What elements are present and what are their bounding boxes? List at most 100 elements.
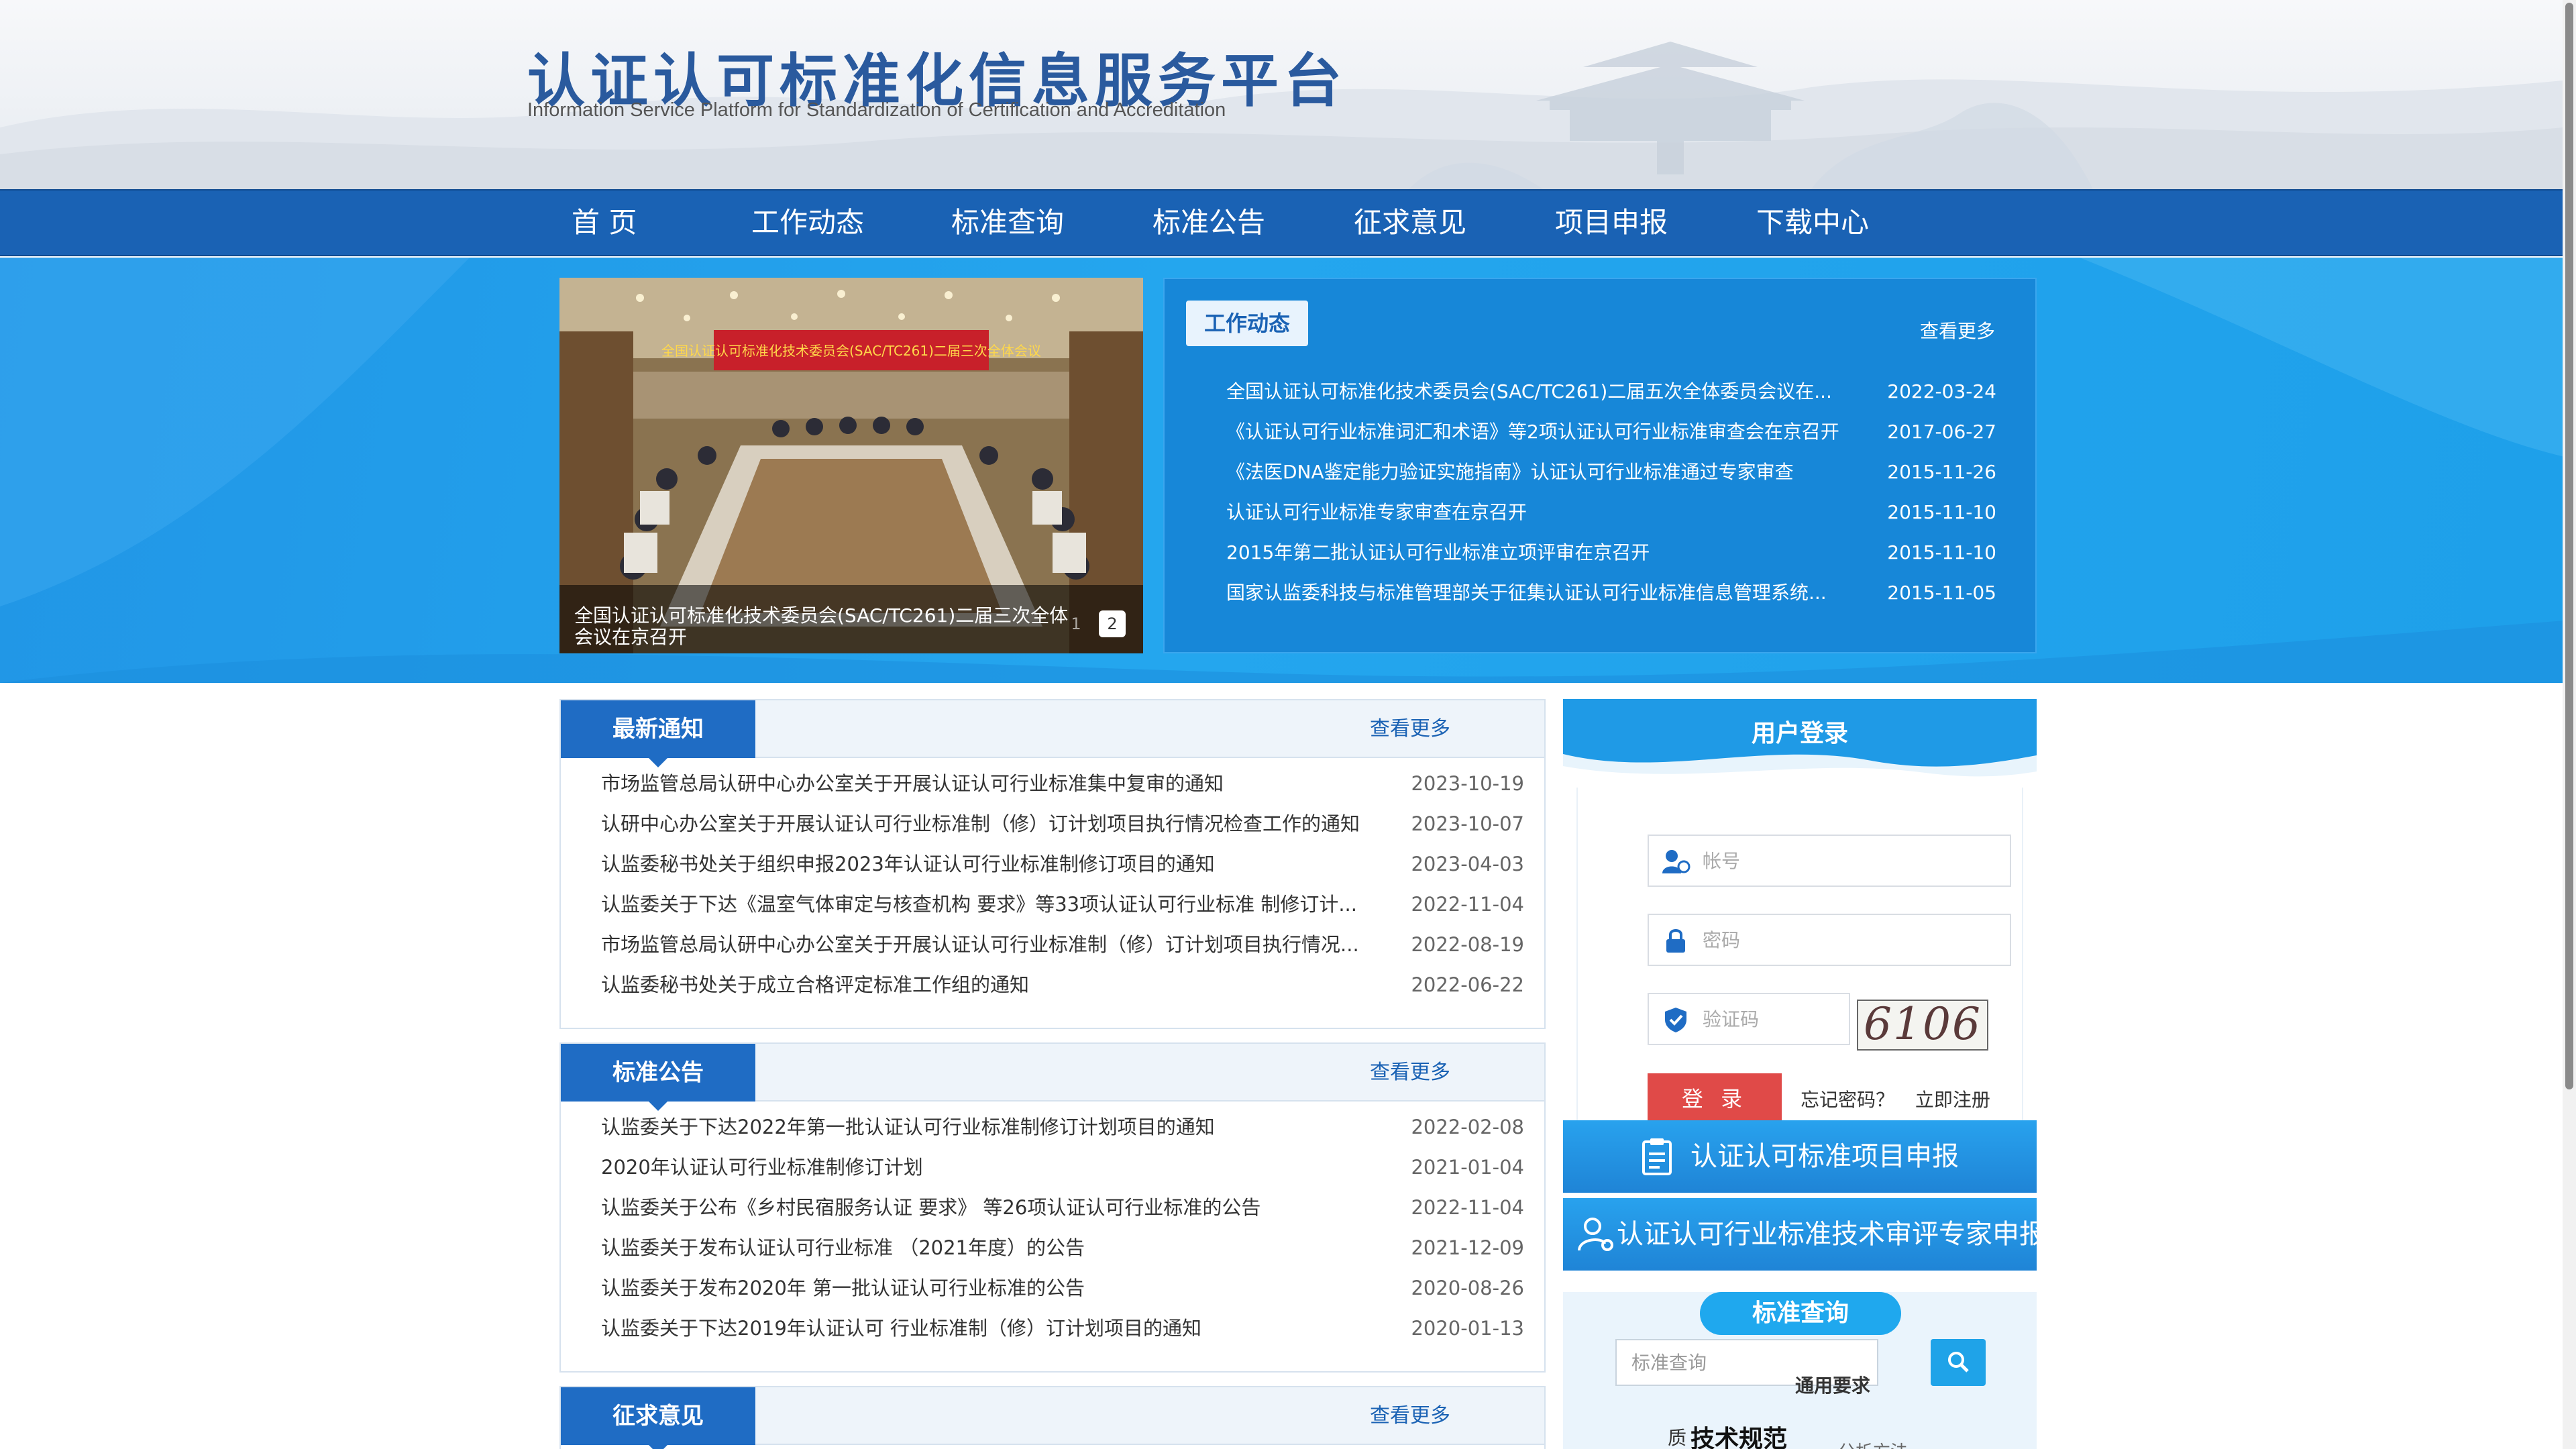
list-item-date: 2022-08-19	[1411, 933, 1524, 956]
list-item-date: 2021-12-09	[1411, 1236, 1524, 1259]
site-header: 认证认可标准化信息服务平台 Information Service Platfo…	[0, 0, 2563, 189]
list-item-date: 2015-11-05	[1887, 582, 1996, 604]
latest-notices-header: 最新通知 查看更多	[561, 700, 1544, 767]
site-subtitle: Information Service Platform for Standar…	[527, 99, 1226, 121]
list-item[interactable]: 认监委关于下达2019年认证认可 行业标准制（修）订计划项目的通知 2020-01…	[561, 1308, 1544, 1348]
meeting-banner-text: 全国认证认可标准化技术委员会(SAC/TC261)二届三次全体会议	[661, 343, 1041, 359]
list-item-title[interactable]: 市场监管总局认研中心办公室关于开展认证认可行业标准集中复审的通知	[601, 763, 1379, 804]
list-item[interactable]: 认监委关于下达2022年第一批认证认可行业标准制修订计划项目的通知 2022-02…	[561, 1107, 1544, 1147]
list-item-title[interactable]: 《法医DNA鉴定能力验证实施指南》认证认可行业标准通过专家审查	[1226, 452, 1850, 492]
list-item-date: 2017-06-27	[1887, 421, 1996, 443]
list-item-title[interactable]: 认监委秘书处关于成立合格评定标准工作组的通知	[601, 965, 1379, 1005]
list-item-title[interactable]: 认监委关于下达2022年第一批认证认可行业标准制修订计划项目的通知	[601, 1107, 1379, 1147]
list-item-title[interactable]: 认监委关于下达《温室气体审定与核查机构 要求》等33项认证认可行业标准 制修订计…	[601, 884, 1379, 924]
consultation-tab[interactable]: 征求意见	[561, 1387, 755, 1449]
list-item[interactable]: 《认证认可行业标准词汇和术语》等2项认证认可行业标准审查会在京召开 2017-06…	[1165, 412, 2038, 452]
list-item[interactable]: 认监委秘书处关于组织申报2023年认证认可行业标准制修订项目的通知 2023-04…	[561, 844, 1544, 884]
list-item-title[interactable]: 认监委关于发布认证认可行业标准 （2021年度）的公告	[601, 1228, 1379, 1268]
scrollbar-thumb[interactable]	[2565, 3, 2573, 1089]
nav-item-home[interactable]: 首 页	[572, 191, 637, 255]
list-item[interactable]: 全国认证认可标准化技术委员会(SAC/TC261)二届五次全体委员会议在... 2…	[1165, 372, 2038, 412]
list-item-date: 2022-03-24	[1887, 380, 1996, 402]
clipboard-icon	[1642, 1138, 1672, 1175]
list-item-title[interactable]: 认监委关于公布《乡村民宿服务认证 要求》 等26项认证认可行业标准的公告	[601, 1187, 1379, 1228]
list-item[interactable]: 市场监管总局认研中心办公室关于开展认证认可行业标准制（修）订计划项目执行情况..…	[561, 924, 1544, 965]
slide-dot-1[interactable]: 1	[1063, 610, 1089, 637]
list-item[interactable]: 认监委关于发布认证认可行业标准 （2021年度）的公告 2021-12-09	[561, 1228, 1544, 1268]
nav-item-download-center[interactable]: 下载中心	[1756, 191, 1869, 255]
captcha-input[interactable]	[1703, 994, 1837, 1044]
list-item-title[interactable]: 2020年认证认可行业标准制修订计划	[601, 1147, 1379, 1187]
list-item[interactable]: 认研中心办公室关于开展认证认可行业标准制（修）订计划项目执行情况检查工作的通知 2…	[561, 804, 1544, 844]
password-input[interactable]	[1703, 915, 1998, 965]
list-item-title[interactable]: 认研中心办公室关于开展认证认可行业标准制（修）订计划项目执行情况检查工作的通知	[601, 804, 1379, 844]
login-form: 6106 登 录 忘记密码？ 立即注册	[1576, 788, 2023, 1136]
nav-item-project-application[interactable]: 项目申报	[1555, 191, 1668, 255]
latest-notices-more-link[interactable]: 查看更多	[1370, 700, 1450, 758]
work-news-tab[interactable]: 工作动态	[1186, 301, 1308, 346]
list-item[interactable]: 认监委秘书处关于成立合格评定标准工作组的通知 2022-06-22	[561, 965, 1544, 1005]
list-item[interactable]: 国家认监委科技与标准管理部关于征集认证认可行业标准信息管理系统... 2015-1…	[1165, 573, 2038, 613]
latest-notices-list: 市场监管总局认研中心办公室关于开展认证认可行业标准集中复审的通知 2023-10-…	[561, 758, 1544, 1005]
list-item-date: 2022-02-08	[1411, 1116, 1524, 1138]
list-item[interactable]: 市场监管总局认研中心办公室关于开展认证认可行业标准集中复审的通知 2023-10-…	[561, 763, 1544, 804]
list-item[interactable]: 《法医DNA鉴定能力验证实施指南》认证认可行业标准通过专家审查 2015-11-2…	[1165, 452, 2038, 492]
list-item-date: 2021-01-04	[1411, 1156, 1524, 1179]
expert-application-button[interactable]: 认证认可行业标准技术审评专家申报	[1563, 1198, 2046, 1271]
list-item-date: 2022-11-04	[1411, 893, 1524, 916]
list-item-date: 2022-11-04	[1411, 1196, 1524, 1219]
consultation-more-link[interactable]: 查看更多	[1370, 1387, 1450, 1445]
news-slideshow[interactable]: 全国认证认可标准化技术委员会(SAC/TC261)二届三次全体会议 全国认证认可…	[559, 278, 1143, 653]
captcha-field[interactable]	[1648, 993, 1850, 1045]
nav-item-standard-query[interactable]: 标准查询	[951, 191, 1064, 255]
register-link[interactable]: 立即注册	[1915, 1089, 1990, 1111]
standard-announcements-tab[interactable]: 标准公告	[561, 1044, 755, 1111]
list-item[interactable]: 认监委关于公布《乡村民宿服务认证 要求》 等26项认证认可行业标准的公告 2022…	[561, 1187, 1544, 1228]
list-item[interactable]: 认监委关于下达《温室气体审定与核查机构 要求》等33项认证认可行业标准 制修订计…	[561, 884, 1544, 924]
work-news-more-link[interactable]: 查看更多	[1920, 317, 1995, 343]
keyword-tag[interactable]: 通用要求	[1795, 1371, 1870, 1398]
username-field[interactable]	[1648, 835, 2011, 887]
list-item[interactable]: 认监委关于发布2020年 第一批认证认可行业标准的公告 2020-08-26	[561, 1268, 1544, 1308]
latest-notices-tab[interactable]: 最新通知	[561, 700, 755, 767]
list-item-title[interactable]: 市场监管总局认研中心办公室关于开展认证认可行业标准制（修）订计划项目执行情况..…	[601, 924, 1379, 965]
keyword-tag[interactable]: 质	[1668, 1424, 1686, 1449]
list-item[interactable]: 认证认可行业标准专家审查在京召开 2015-11-10	[1165, 492, 2038, 533]
login-button[interactable]: 登 录	[1648, 1073, 1782, 1122]
list-item-title[interactable]: 全国认证认可标准化技术委员会(SAC/TC261)二届五次全体委员会议在...	[1226, 372, 1850, 412]
work-news-list: 全国认证认可标准化技术委员会(SAC/TC261)二届五次全体委员会议在... 2…	[1165, 372, 2038, 613]
username-input[interactable]	[1703, 836, 1998, 885]
standard-announcements-more-link[interactable]: 查看更多	[1370, 1044, 1450, 1102]
keyword-tag[interactable]: 技术规范	[1690, 1419, 1787, 1449]
password-field[interactable]	[1648, 914, 2011, 966]
slide-caption[interactable]: 全国认证认可标准化技术委员会(SAC/TC261)二届三次全体会议在京召开	[574, 605, 1084, 648]
list-item[interactable]: 2015年第二批认证认可行业标准立项评审在京召开 2015-11-10	[1165, 533, 2038, 573]
captcha-image[interactable]: 6106	[1857, 1000, 1988, 1051]
list-item-date: 2015-11-10	[1887, 541, 1996, 564]
user-gear-icon	[1578, 1218, 1613, 1251]
list-item-title[interactable]: 2015年第二批认证认可行业标准立项评审在京召开	[1226, 533, 1850, 573]
list-item-title[interactable]: 认监委关于发布2020年 第一批认证认可行业标准的公告	[601, 1268, 1379, 1308]
search-button[interactable]	[1931, 1339, 1986, 1386]
list-item-title[interactable]: 《认证认可行业标准词汇和术语》等2项认证认可行业标准审查会在京召开	[1226, 412, 1850, 452]
list-item-title[interactable]: 国家认监委科技与标准管理部关于征集认证认可行业标准信息管理系统...	[1226, 573, 1850, 613]
login-header: 用户登录	[1563, 699, 2037, 788]
login-title: 用户登录	[1751, 720, 1848, 747]
user-icon	[1662, 850, 1690, 873]
project-application-button[interactable]: 认证认可标准项目申报	[1563, 1120, 2037, 1193]
nav-item-standard-announcements[interactable]: 标准公告	[1152, 191, 1265, 255]
forgot-password-link[interactable]: 忘记密码？	[1801, 1089, 1894, 1111]
nav-item-work-news[interactable]: 工作动态	[751, 191, 864, 255]
list-item[interactable]: 2020年认证认可行业标准制修订计划 2021-01-04	[561, 1147, 1544, 1187]
list-item-date: 2023-04-03	[1411, 853, 1524, 875]
nav-item-consultation[interactable]: 征求意见	[1354, 191, 1466, 255]
list-item-title[interactable]: 认监委秘书处关于组织申报2023年认证认可行业标准制修订项目的通知	[601, 844, 1379, 884]
standard-announcements-header: 标准公告 查看更多	[561, 1044, 1544, 1111]
list-item-title[interactable]: 认证认可行业标准专家审查在京召开	[1226, 492, 1850, 533]
list-item-title[interactable]: 认监委关于下达2019年认证认可 行业标准制（修）订计划项目的通知	[601, 1308, 1379, 1348]
keyword-tag[interactable]: 分析方法	[1838, 1438, 1908, 1449]
work-news-panel: 工作动态 查看更多 全国认证认可标准化技术委员会(SAC/TC261)二届五次全…	[1163, 278, 2037, 653]
expert-application-label: 认证认可行业标准技术审评专家申报	[1617, 1219, 2046, 1250]
slide-dot-2[interactable]: 2	[1099, 610, 1126, 637]
page-scrollbar[interactable]	[2563, 0, 2576, 1449]
